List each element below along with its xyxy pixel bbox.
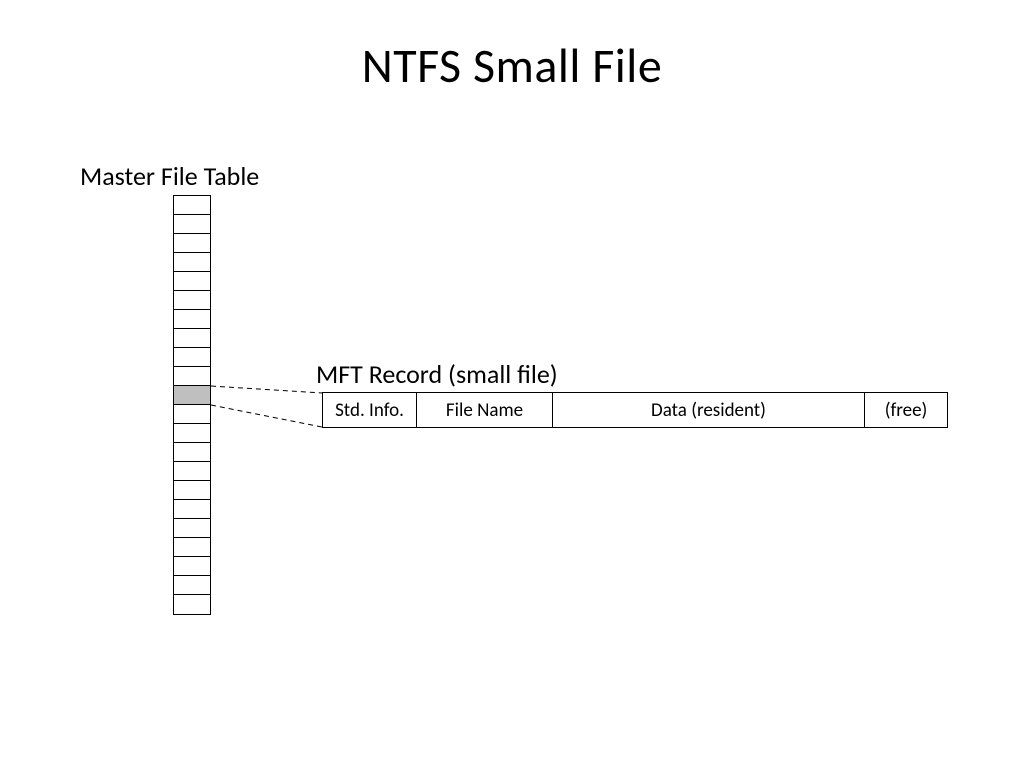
mft-row	[174, 481, 210, 500]
mft-row-highlighted	[174, 386, 210, 405]
mft-row	[174, 253, 210, 272]
mft-row	[174, 538, 210, 557]
record-cell-file-name: File Name	[417, 393, 553, 427]
record-cell-std-info: Std. Info.	[323, 393, 417, 427]
mft-label: Master File Table	[80, 160, 259, 192]
slide-title: NTFS Small File	[0, 36, 1024, 95]
mft-row	[174, 443, 210, 462]
mft-row	[174, 215, 210, 234]
mft-row	[174, 329, 210, 348]
mft-row	[174, 405, 210, 424]
record-cell-data: Data (resident)	[553, 393, 865, 427]
mft-row	[174, 367, 210, 386]
mft-record: Std. Info. File Name Data (resident) (fr…	[322, 392, 948, 428]
mft-row	[174, 424, 210, 443]
mft-row	[174, 576, 210, 595]
master-file-table	[173, 195, 211, 615]
mft-row	[174, 310, 210, 329]
mft-row	[174, 272, 210, 291]
mft-row	[174, 291, 210, 310]
mft-row	[174, 234, 210, 253]
mft-row	[174, 557, 210, 576]
mft-row	[174, 348, 210, 367]
mft-row	[174, 196, 210, 215]
mft-row	[174, 500, 210, 519]
mft-row	[174, 595, 210, 614]
mft-record-label: MFT Record (small file)	[316, 358, 558, 390]
record-cell-free: (free)	[865, 393, 947, 427]
mft-row	[174, 519, 210, 538]
mft-row	[174, 462, 210, 481]
slide: NTFS Small File Master File Table MFT Re…	[0, 0, 1024, 768]
